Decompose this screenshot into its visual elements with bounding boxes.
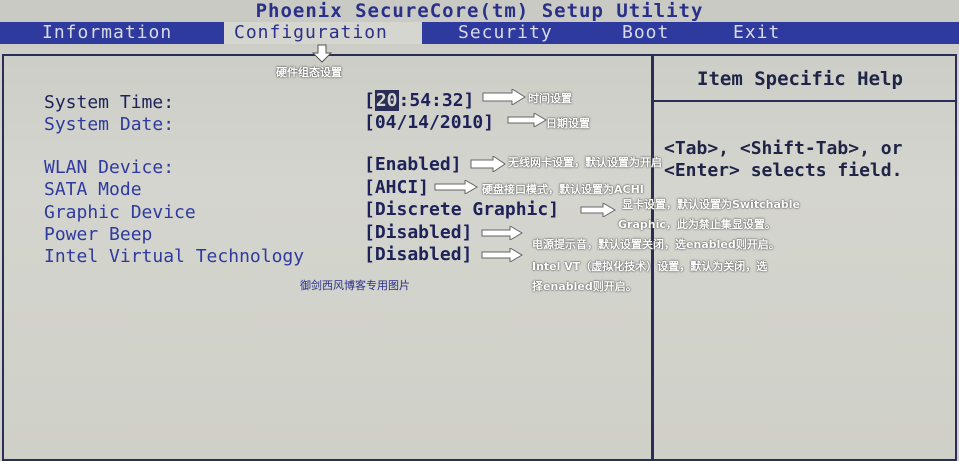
wlan-device-label: WLAN Device: [44, 157, 175, 178]
wlan-device-value[interactable]: [Enabled] [364, 154, 462, 175]
graphic-device-note: 显卡设置，默认设置为Switchable [622, 198, 800, 211]
system-time-note: 时间设置 [528, 92, 572, 105]
power-beep-value[interactable]: [Disabled] [364, 222, 472, 243]
intel-vt-note-2: 择enabled则开启。 [532, 280, 637, 293]
tab-security[interactable]: Security [458, 22, 553, 44]
down-arrow-icon [311, 44, 333, 63]
system-date-note: 日期设置 [546, 117, 590, 130]
intel-vt-label: Intel Virtual Technology [44, 246, 305, 267]
sata-mode-label: SATA Mode [44, 179, 142, 200]
help-line-2: <Enter> selects field. [664, 160, 903, 181]
sata-mode-note: 硬盘接口模式，默认设置为ACHI [482, 183, 644, 196]
right-arrow-icon [507, 113, 547, 127]
time-hour-field[interactable]: 20 [374, 90, 399, 111]
tab-exit[interactable]: Exit [733, 22, 780, 44]
tab-configuration[interactable]: Configuration [224, 22, 422, 44]
system-time-label: System Time: [44, 92, 175, 113]
intel-vt-value[interactable]: [Disabled] [364, 244, 472, 265]
tab-information[interactable]: Information [42, 22, 172, 44]
help-title: Item Specific Help [697, 68, 903, 90]
right-arrow-icon [434, 180, 478, 194]
graphic-device-label: Graphic Device [44, 202, 196, 223]
right-arrow-icon [481, 226, 523, 240]
watermark-text: 御剑西风博客专用图片 [300, 279, 410, 292]
right-arrow-icon [482, 89, 526, 105]
setup-title: Phoenix SecureCore(tm) Setup Utility [0, 0, 959, 22]
power-beep-label: Power Beep [44, 224, 153, 245]
help-line-1: <Tab>, <Shift-Tab>, or [664, 138, 903, 159]
graphic-device-value[interactable]: [Discrete Graphic] [364, 199, 559, 220]
help-divider [654, 100, 957, 102]
power-beep-note: 电源提示音，默认设置关闭，选enabled则开启。 [532, 238, 780, 251]
right-arrow-icon [580, 203, 616, 217]
menu-bar: Information Configuration Security Boot … [0, 22, 959, 44]
graphic-device-note-2: Graphic，此为禁止集显设置。 [618, 218, 776, 231]
tab-boot[interactable]: Boot [622, 22, 669, 44]
right-arrow-icon [470, 156, 506, 172]
sata-mode-value[interactable]: [AHCI] [364, 177, 429, 198]
section-note: 硬件组态设置 [276, 66, 342, 79]
wlan-device-note: 无线网卡设置，默认设置为开启 [508, 156, 662, 169]
intel-vt-note: Intel VT（虚拟化技术）设置，默认为关闭，选 [532, 260, 768, 273]
system-date-label: System Date: [44, 114, 175, 135]
system-date-value[interactable]: [04/14/2010] [364, 112, 494, 133]
time-rest: :54:32] [398, 90, 475, 111]
system-time-value[interactable]: [20:54:32] [364, 90, 474, 111]
bracket-open: [ [364, 90, 375, 111]
right-arrow-icon [481, 248, 523, 262]
